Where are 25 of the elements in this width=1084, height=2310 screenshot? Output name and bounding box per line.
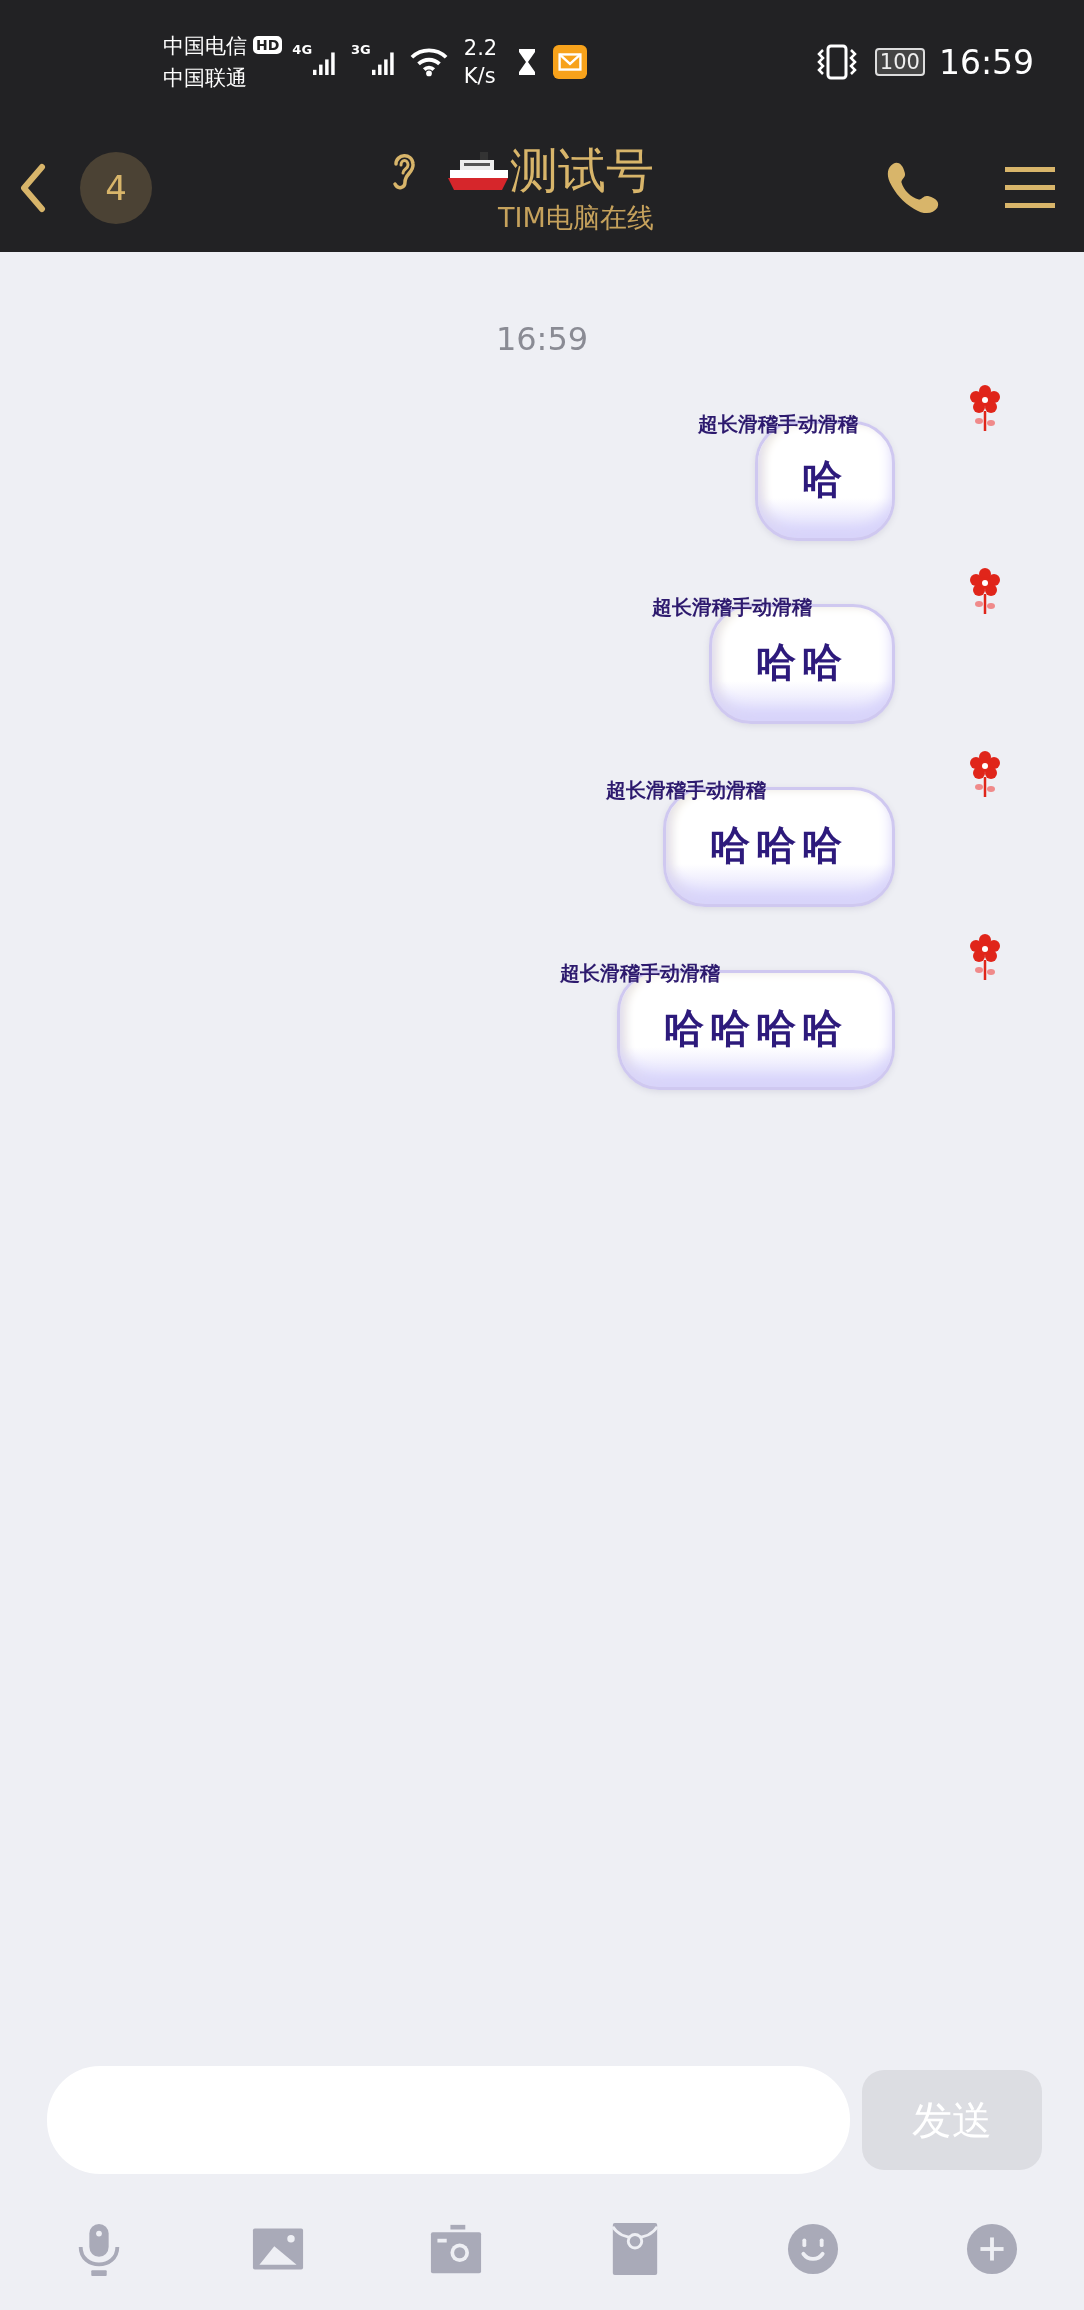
unread-count[interactable]: 4 xyxy=(80,152,152,224)
plus-icon[interactable] xyxy=(965,2222,1018,2276)
emoji-icon[interactable] xyxy=(787,2222,840,2276)
chat-title: 测试号 xyxy=(510,141,654,200)
wifi-icon xyxy=(409,47,448,77)
chat-subtitle: TIM电脑在线 xyxy=(498,201,654,235)
carrier-name: 中国联通 xyxy=(163,65,247,92)
mail-icon xyxy=(553,45,588,79)
status-time: 16:59 xyxy=(938,42,1034,82)
flower-icon xyxy=(968,566,1002,616)
hourglass-icon xyxy=(517,47,538,77)
back-icon[interactable] xyxy=(18,163,48,213)
battery-indicator: 100 xyxy=(874,48,925,76)
network-speed: 2.2 xyxy=(463,35,498,62)
network-speed: K/s xyxy=(463,63,497,90)
camera-icon[interactable] xyxy=(430,2222,483,2276)
flower-icon xyxy=(968,383,1002,433)
menu-icon[interactable] xyxy=(1004,165,1056,211)
hd-badge: HD xyxy=(253,36,283,54)
network-label: 4G xyxy=(292,42,313,57)
message-time: 16:59 xyxy=(495,319,589,360)
carrier-name: 中国电信 xyxy=(163,33,247,60)
flower-icon xyxy=(968,932,1002,982)
network-label: 3G xyxy=(351,42,371,57)
flower-icon xyxy=(968,749,1002,799)
